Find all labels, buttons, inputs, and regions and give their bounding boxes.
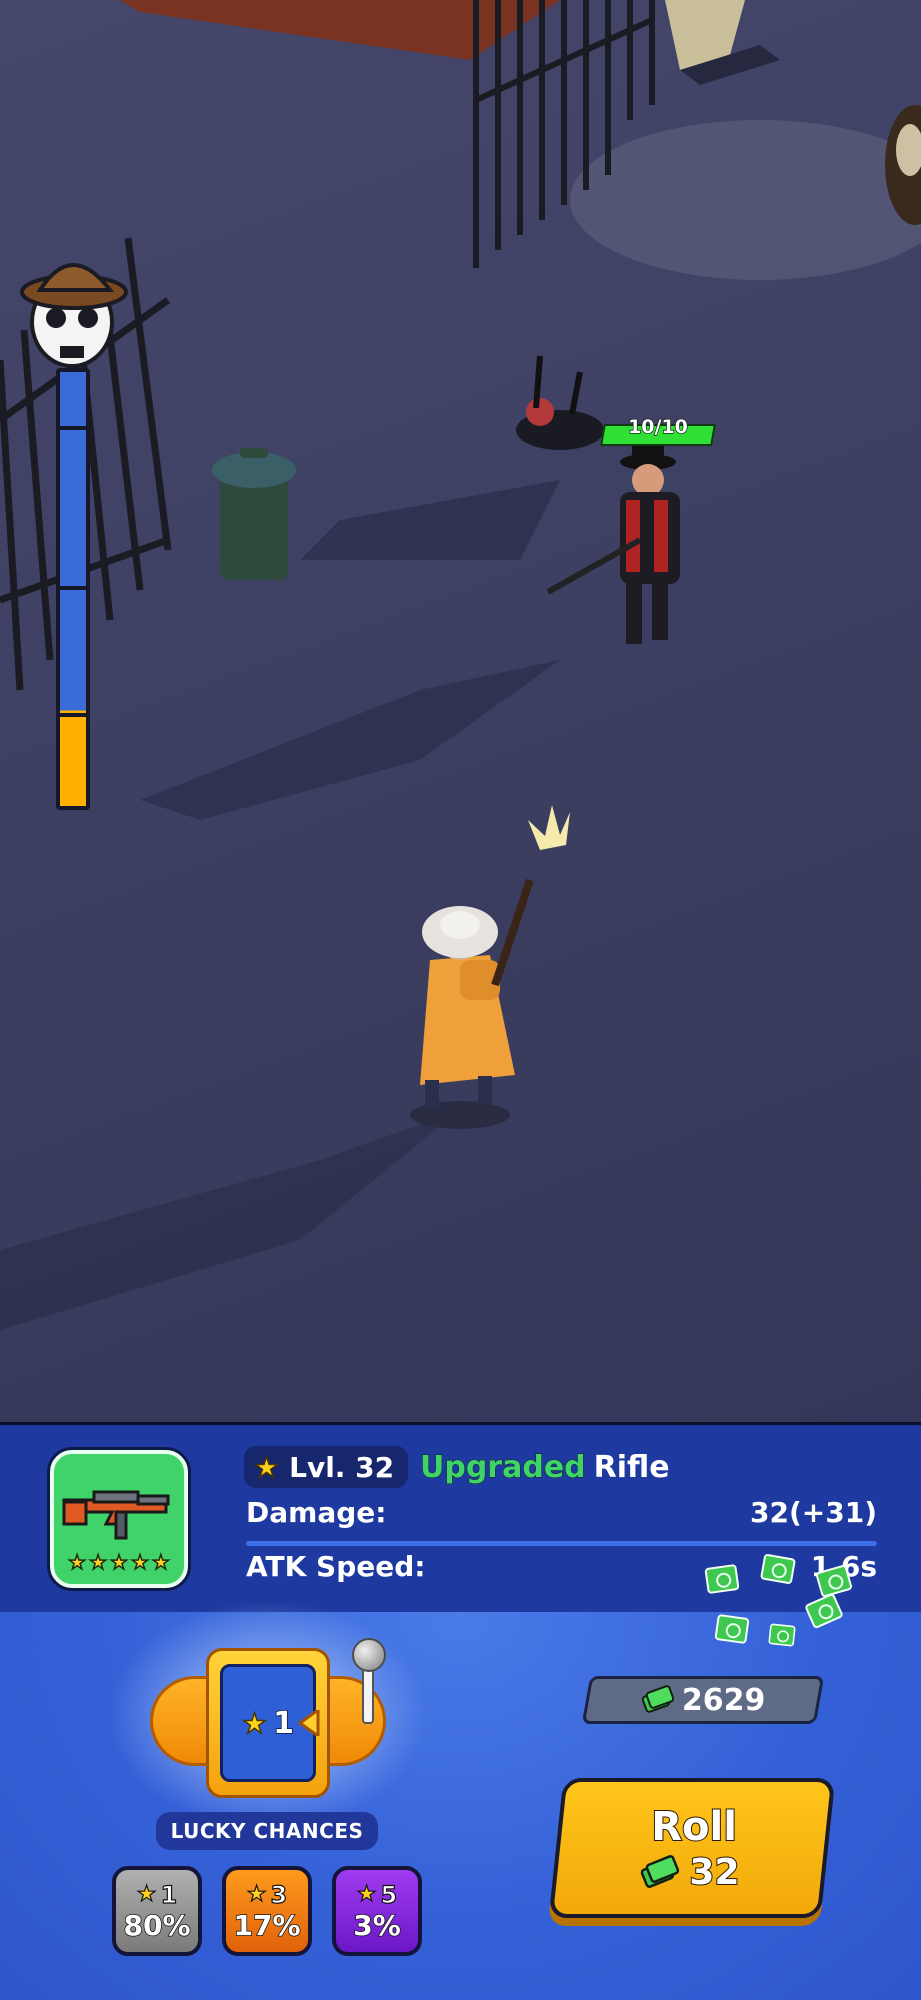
atk-speed-label: ATK Speed: bbox=[246, 1550, 426, 1583]
rarity-star-icon: ★ bbox=[151, 1549, 170, 1575]
rifle-icon bbox=[62, 1490, 170, 1540]
chance-1-star: ★ 1 80% bbox=[112, 1866, 202, 1956]
roll-button[interactable]: Roll 32 bbox=[548, 1778, 836, 1918]
star-icon: ★ bbox=[246, 1881, 267, 1907]
chance-stars: 3 bbox=[270, 1880, 288, 1909]
roll-cost: 32 bbox=[688, 1851, 740, 1894]
chance-3-star: ★ 3 17% bbox=[222, 1866, 312, 1956]
scene-art bbox=[0, 0, 921, 1330]
enemy-gangster bbox=[546, 440, 680, 644]
slot-pointer-icon bbox=[298, 1710, 320, 1736]
cash-balance-value: 2629 bbox=[682, 1682, 766, 1718]
brick-wall bbox=[120, 0, 560, 60]
cash-stack-icon bbox=[640, 1854, 680, 1887]
star-icon: ★ bbox=[136, 1881, 157, 1907]
chance-percent: 80% bbox=[123, 1908, 192, 1943]
slot-machine[interactable]: ★ 1 bbox=[150, 1648, 386, 1798]
rarity-star-icon: ★ bbox=[130, 1549, 149, 1575]
player-character bbox=[410, 805, 570, 1129]
cash-icon bbox=[768, 1623, 796, 1647]
chance-percent: 17% bbox=[233, 1908, 302, 1943]
rarity-star-icon: ★ bbox=[67, 1549, 87, 1575]
cash-balance: 2629 bbox=[581, 1676, 825, 1724]
chance-stars: 5 bbox=[380, 1880, 398, 1909]
cash-icon bbox=[704, 1563, 740, 1595]
wave-progress-bar bbox=[56, 368, 90, 810]
slot-rank: 1 bbox=[272, 1705, 294, 1742]
weapon-title: Upgraded Rifle bbox=[420, 1446, 670, 1488]
cash-stack-icon bbox=[642, 1685, 675, 1713]
weapon-card[interactable]: ★ ★ ★ ★ ★ bbox=[50, 1450, 188, 1588]
wave-progress-fill bbox=[60, 710, 86, 806]
rarity-star-icon: ★ bbox=[109, 1549, 128, 1575]
rarity-star-icon: ★ bbox=[88, 1549, 108, 1575]
damage-label: Damage: bbox=[246, 1496, 387, 1529]
weapon-rarity-stars: ★ ★ ★ ★ ★ bbox=[54, 1549, 184, 1575]
chance-5-star: ★ 5 3% bbox=[332, 1866, 422, 1956]
star-icon: ★ bbox=[356, 1881, 377, 1907]
lucky-chances-title: LUCKY CHANCES bbox=[156, 1812, 378, 1850]
roll-label: Roll bbox=[650, 1803, 738, 1851]
damage-value: 32(+31) bbox=[750, 1496, 877, 1529]
weapon-name-prefix: Upgraded bbox=[420, 1449, 587, 1485]
star-icon: ★ bbox=[241, 1706, 268, 1741]
chance-stars: 1 bbox=[160, 1880, 178, 1909]
lamp-light bbox=[570, 120, 921, 280]
weapon-level: Lvl. 32 bbox=[289, 1450, 395, 1484]
stat-divider bbox=[246, 1541, 877, 1546]
star-icon: ★ bbox=[253, 1450, 280, 1485]
trash-can bbox=[212, 448, 296, 580]
slot-lever-knob[interactable] bbox=[352, 1638, 386, 1672]
cash-icon bbox=[759, 1553, 797, 1585]
chance-percent: 3% bbox=[352, 1908, 401, 1943]
cash-icon bbox=[714, 1613, 750, 1645]
fallen-enemy bbox=[516, 355, 604, 450]
enemy-health-text: 10/10 bbox=[627, 415, 688, 438]
weapon-name: Rifle bbox=[593, 1449, 670, 1485]
game-scene[interactable]: 10/10 bbox=[0, 0, 921, 1422]
weapon-level-badge: ★ Lvl. 32 bbox=[244, 1446, 409, 1488]
